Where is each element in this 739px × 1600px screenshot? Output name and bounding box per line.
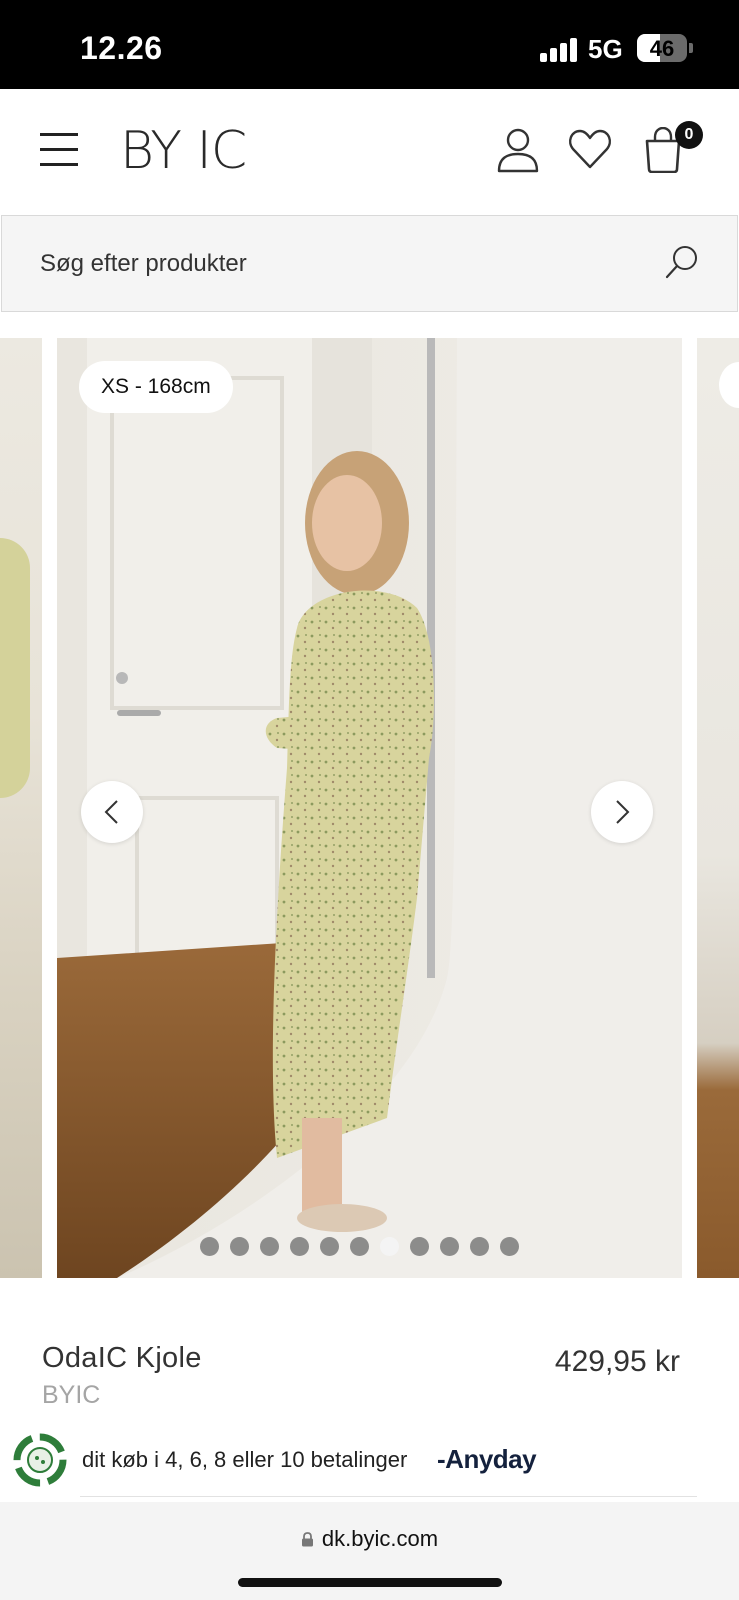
chevron-left-icon <box>104 800 118 824</box>
url-text: dk.byic.com <box>321 1526 439 1551</box>
url-display[interactable]: dk.byic.com <box>0 1526 739 1552</box>
anyday-brand-name: Anyday <box>445 1444 537 1474</box>
carousel-dot[interactable] <box>320 1237 339 1256</box>
product-price: 429,95 kr <box>554 1345 680 1378</box>
search-input[interactable] <box>40 244 640 284</box>
carousel-dot[interactable] <box>350 1237 369 1256</box>
next-slide-peek[interactable] <box>697 338 739 1278</box>
previous-image-button[interactable] <box>81 781 143 843</box>
account-icon[interactable] <box>496 127 540 173</box>
anyday-logo-icon <box>13 1433 67 1487</box>
anyday-brand: -Anyday <box>437 1444 537 1474</box>
browser-address-bar[interactable]: dk.byic.com <box>0 1502 739 1600</box>
product-name: OdaIC Kjole <box>42 1342 202 1374</box>
carousel-dot[interactable] <box>230 1237 249 1256</box>
menu-icon[interactable] <box>40 133 78 167</box>
battery-nub <box>689 43 693 53</box>
next-image-button[interactable] <box>591 781 653 843</box>
cart-count-badge: 0 <box>675 121 703 149</box>
carousel-dot[interactable] <box>440 1237 459 1256</box>
carousel-dot[interactable] <box>290 1237 309 1256</box>
search-icon[interactable] <box>664 244 700 280</box>
status-time: 12.26 <box>80 30 163 66</box>
product-photo <box>57 338 682 1278</box>
status-bar: 12.26 5G 46 <box>0 0 739 89</box>
site-header: BY IC 0 <box>0 89 739 215</box>
carousel-dot[interactable] <box>470 1237 489 1256</box>
brand-logo[interactable]: BY IC <box>120 121 247 181</box>
carousel-dot[interactable] <box>500 1237 519 1256</box>
product-gallery[interactable]: XS - 168cm <box>0 338 739 1278</box>
previous-slide-peek[interactable] <box>0 338 42 1278</box>
next-slide-badge <box>719 362 739 408</box>
model-size-badge: XS - 168cm <box>79 361 233 413</box>
signal-icon <box>540 36 580 62</box>
home-indicator <box>238 1578 502 1587</box>
product-image[interactable]: XS - 168cm <box>57 338 682 1278</box>
product-brand[interactable]: BYIC <box>42 1381 100 1410</box>
chevron-right-icon <box>616 800 630 824</box>
carousel-dot[interactable] <box>200 1237 219 1256</box>
carousel-dot[interactable] <box>380 1237 399 1256</box>
battery-icon: 46 <box>637 34 687 62</box>
search-bar <box>1 215 738 312</box>
lock-icon <box>301 1532 313 1547</box>
carousel-dot[interactable] <box>410 1237 429 1256</box>
payment-plan-row[interactable]: dit køb i 4, 6, 8 eller 10 betalinger -A… <box>0 1430 739 1490</box>
heart-icon[interactable] <box>568 127 612 173</box>
battery-level: 46 <box>649 36 675 61</box>
carousel-dot[interactable] <box>260 1237 279 1256</box>
previous-slide-image <box>0 538 30 798</box>
network-label: 5G <box>588 34 623 64</box>
payment-plan-text: dit køb i 4, 6, 8 eller 10 betalinger <box>82 1447 408 1472</box>
divider <box>80 1496 697 1497</box>
